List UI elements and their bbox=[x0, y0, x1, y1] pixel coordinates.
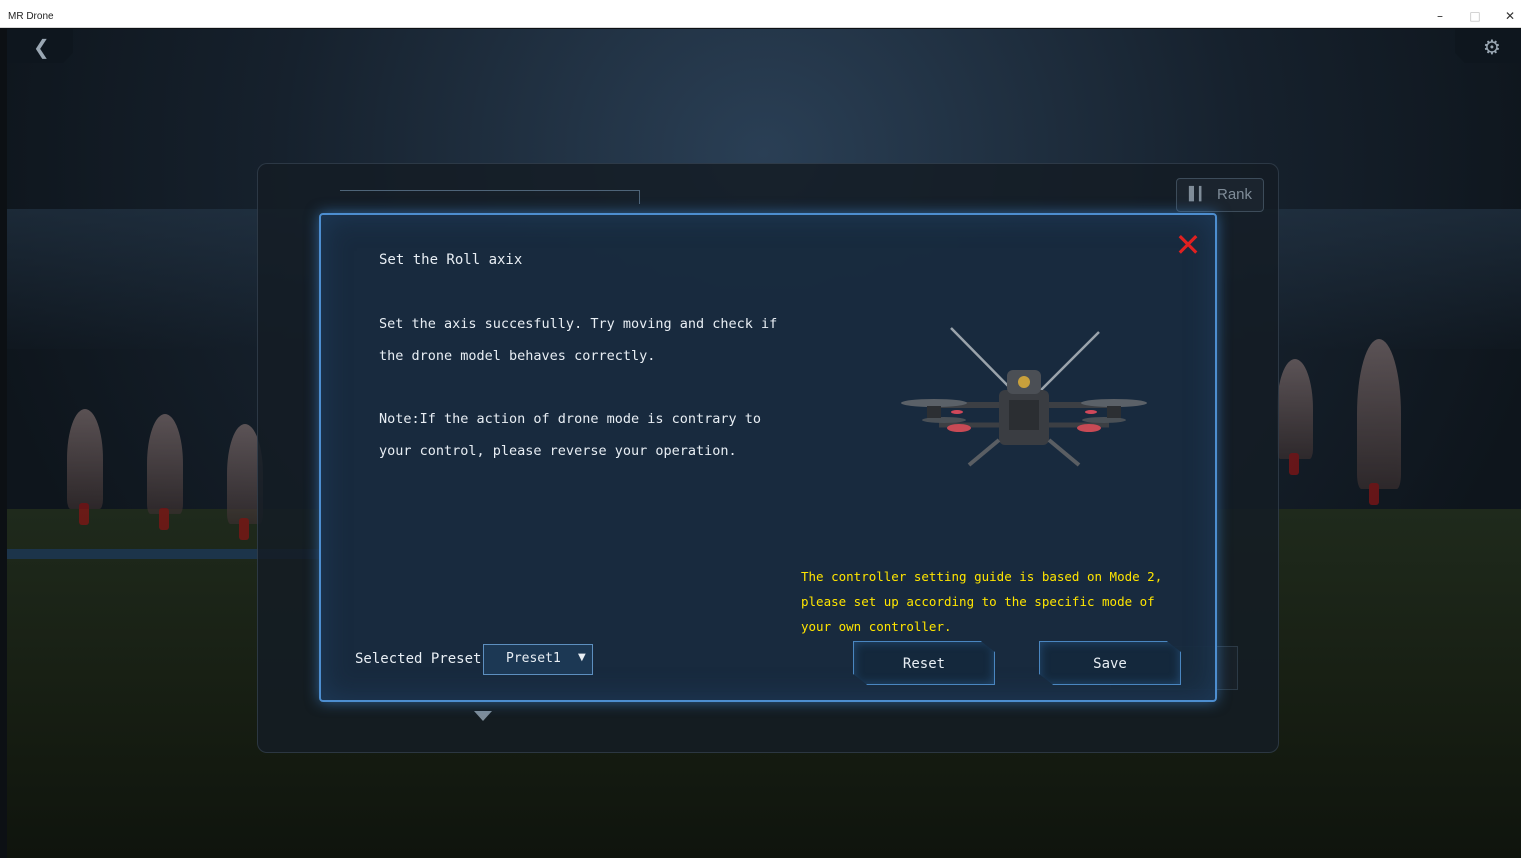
reset-label: Reset bbox=[902, 656, 946, 672]
window-titlebar: MR Drone – □ ✕ bbox=[0, 0, 1521, 28]
save-button[interactable]: Save bbox=[1039, 641, 1181, 685]
rank-button[interactable]: ▌▎ Rank bbox=[1176, 178, 1264, 212]
bar-chart-icon: ▌▎ bbox=[1189, 187, 1209, 202]
dialog-title: Set the Roll axix bbox=[379, 252, 523, 268]
success-message: Set the axis succesfully. Try moving and… bbox=[379, 316, 778, 364]
feather-flag bbox=[67, 409, 103, 525]
window-title: MR Drone bbox=[8, 11, 54, 22]
feather-flag bbox=[1357, 339, 1401, 505]
close-dialog-button[interactable]: ✕ bbox=[1173, 229, 1203, 261]
axis-setup-dialog: Set the Roll axix Set the axis succesful… bbox=[319, 213, 1217, 702]
maximize-icon[interactable]: □ bbox=[1465, 8, 1485, 24]
panel-tab-outline bbox=[340, 190, 640, 204]
rank-label: Rank bbox=[1217, 186, 1253, 203]
close-window-icon[interactable]: ✕ bbox=[1500, 8, 1520, 24]
note-message: Note:If the action of drone mode is cont… bbox=[379, 411, 762, 459]
feather-flag bbox=[1277, 359, 1313, 475]
back-button[interactable]: ❮ bbox=[7, 29, 73, 63]
preset-dropdown[interactable]: Preset1 ▼ bbox=[483, 644, 593, 675]
controller-guide-note: The controller setting guide is based on… bbox=[801, 569, 1163, 634]
feather-flag bbox=[147, 414, 183, 530]
chevron-left-icon: ❮ bbox=[33, 35, 50, 59]
reset-button[interactable]: Reset bbox=[853, 641, 995, 685]
gear-icon: ⚙ bbox=[1483, 35, 1501, 59]
preset-label: Selected Preset bbox=[355, 651, 482, 667]
drone-model-image bbox=[901, 327, 1147, 467]
minimize-icon[interactable]: – bbox=[1430, 8, 1450, 24]
scroll-down-icon[interactable] bbox=[474, 711, 492, 721]
preset-value: Preset1 bbox=[506, 651, 561, 666]
close-icon: ✕ bbox=[1174, 226, 1202, 264]
save-label: Save bbox=[1093, 656, 1127, 672]
settings-button[interactable]: ⚙ bbox=[1455, 29, 1521, 63]
caret-down-icon: ▼ bbox=[578, 652, 586, 663]
